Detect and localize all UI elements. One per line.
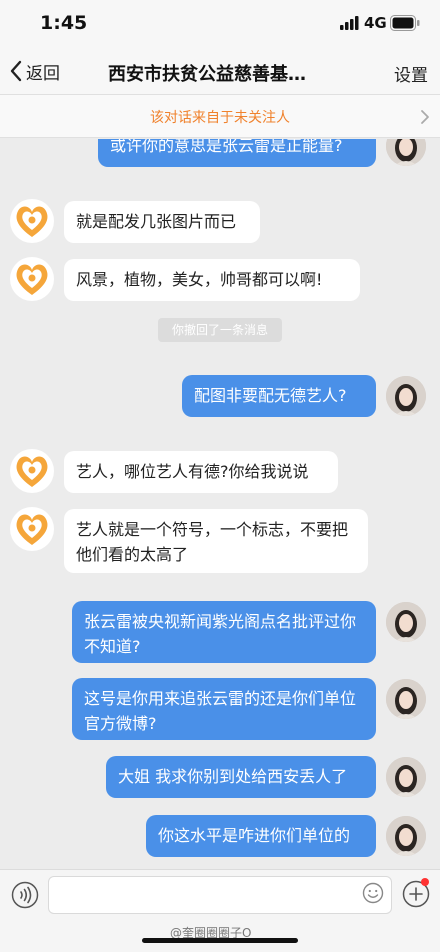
- message-bubble-sent[interactable]: 这号是你用来追张云雷的还是你们单位官方微博?: [72, 678, 376, 740]
- message-row: 张云雷被央视新闻紫光阁点名批评过你不知道?: [0, 601, 440, 667]
- status-bar: 1:45 4G: [0, 0, 440, 48]
- notice-text: 该对话来自于未关注人: [150, 110, 290, 126]
- message-bubble-received[interactable]: 艺人就是一个符号，一个标志，不要把他们看的太高了: [64, 509, 368, 573]
- network-label: 4G: [364, 14, 387, 32]
- message-row: 这号是你用来追张云雷的还是你们单位官方微博?: [0, 678, 440, 744]
- message-bubble-received[interactable]: 风景，植物，美女，帅哥都可以啊!: [64, 259, 360, 301]
- avatar[interactable]: [386, 816, 426, 856]
- signal-icon: [340, 16, 359, 30]
- heart-logo-icon: [16, 264, 48, 295]
- message-row: 艺人，哪位艺人有德?你给我说说: [0, 449, 440, 499]
- back-button[interactable]: 返回: [8, 56, 60, 86]
- avatar[interactable]: [10, 199, 54, 243]
- heart-logo-icon: [16, 206, 48, 237]
- user-avatar-image: [386, 816, 426, 856]
- message-bubble-sent[interactable]: 张云雷被央视新闻紫光阁点名批评过你不知道?: [72, 601, 376, 663]
- message-row: 风景，植物，美女，帅哥都可以啊!: [0, 257, 440, 307]
- message-bubble-sent[interactable]: 你这水平是咋进你们单位的: [146, 815, 376, 857]
- message-bubble-sent[interactable]: 大姐 我求你别到处给西安丢人了: [106, 756, 376, 798]
- avatar[interactable]: [386, 139, 426, 166]
- avatar[interactable]: [386, 679, 426, 719]
- back-label: 返回: [26, 63, 60, 84]
- message-row: 大姐 我求你别到处给西安丢人了: [0, 756, 440, 806]
- user-avatar-image: [386, 602, 426, 642]
- message-bubble-sent[interactable]: 配图非要配无德艺人?: [182, 375, 376, 417]
- chevron-right-icon: [421, 110, 429, 124]
- avatar[interactable]: [10, 449, 54, 493]
- avatar[interactable]: [386, 757, 426, 797]
- heart-logo-icon: [16, 514, 48, 545]
- user-avatar-image: [386, 757, 426, 797]
- nav-bar: 返回 西安市扶贫公益慈善基… 设置: [0, 48, 440, 94]
- smiley-icon[interactable]: [362, 882, 384, 904]
- user-avatar-image: [386, 679, 426, 719]
- home-indicator[interactable]: [142, 938, 298, 943]
- avatar[interactable]: [386, 602, 426, 642]
- message-bubble-received[interactable]: 艺人，哪位艺人有德?你给我说说: [64, 451, 338, 493]
- message-row: 配图非要配无德艺人?: [0, 375, 440, 425]
- message-row: 或许你的意思是张云雷是正能量?: [0, 139, 440, 175]
- status-time: 1:45: [40, 12, 88, 34]
- user-avatar-image: [386, 376, 426, 416]
- message-row: 就是配发几张图片而已: [0, 199, 440, 249]
- chat-area[interactable]: 或许你的意思是张云雷是正能量? 就是配发几张图片而已 风景，植物，美女，帅哥都可…: [0, 139, 440, 869]
- message-row: 艺人就是一个符号，一个标志，不要把他们看的太高了: [0, 507, 440, 575]
- heart-logo-icon: [16, 456, 48, 487]
- avatar[interactable]: [386, 376, 426, 416]
- message-bubble-received[interactable]: 就是配发几张图片而已: [64, 201, 260, 243]
- message-bubble-sent[interactable]: 或许你的意思是张云雷是正能量?: [98, 139, 376, 167]
- recall-notice: 你撤回了一条消息: [158, 318, 282, 342]
- message-input[interactable]: [48, 876, 392, 914]
- user-avatar-image: [386, 139, 426, 166]
- avatar[interactable]: [10, 257, 54, 301]
- avatar[interactable]: [10, 507, 54, 551]
- notification-dot: [421, 878, 429, 886]
- stranger-notice-bar[interactable]: 该对话来自于未关注人: [0, 94, 440, 138]
- battery-icon: [390, 15, 420, 31]
- chevron-left-icon: [10, 60, 22, 82]
- settings-button[interactable]: 设置: [394, 61, 428, 86]
- voice-icon[interactable]: [11, 881, 39, 909]
- message-row: 你这水平是咋进你们单位的: [0, 815, 440, 865]
- page-title: 西安市扶贫公益慈善基…: [108, 64, 306, 85]
